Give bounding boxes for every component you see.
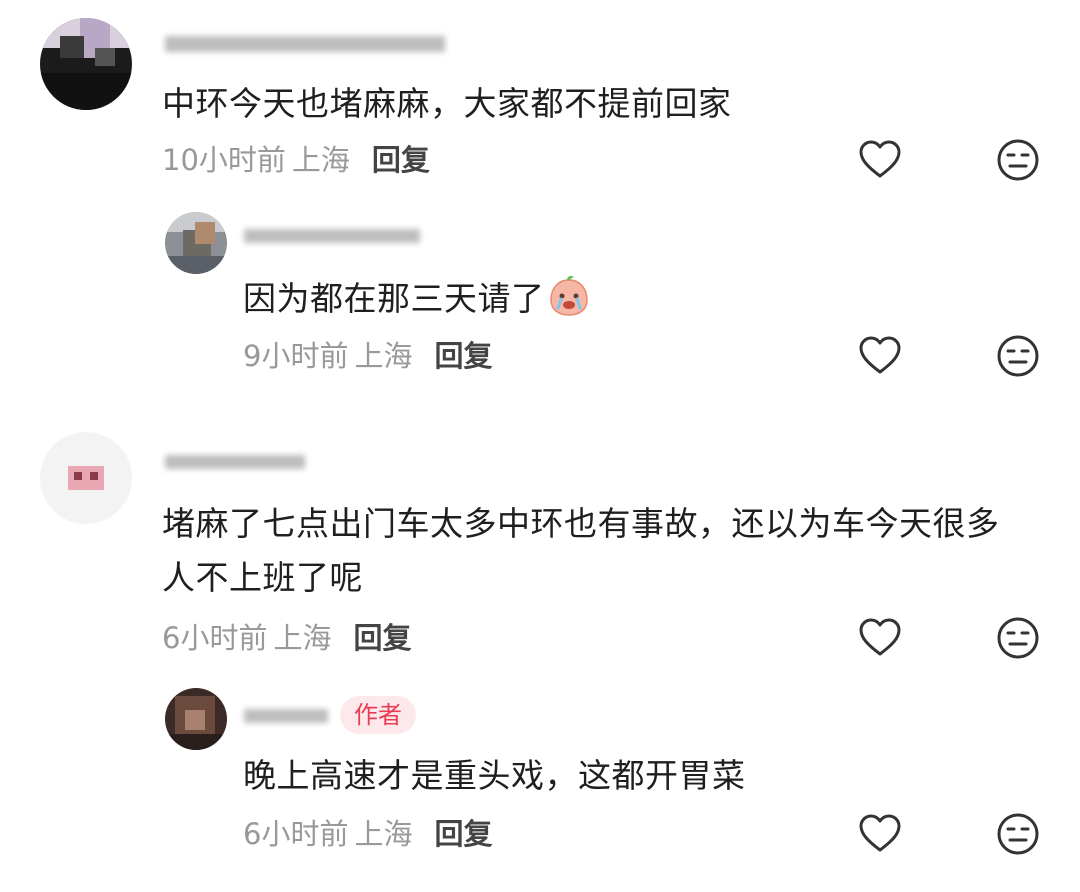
comment-meta: 6小时前 上海 回复 xyxy=(162,618,411,658)
reply-button[interactable]: 回复 xyxy=(434,339,492,373)
reply-time: 6小时前 xyxy=(243,817,349,851)
comment-location: 上海 xyxy=(291,143,350,177)
comment-text-line: 堵麻了七点出门车太多中环也有事故，还以为车今天很多 xyxy=(162,504,1000,543)
heart-outline-icon[interactable] xyxy=(858,138,902,182)
username-blurred[interactable] xyxy=(165,30,445,56)
comment-time: 10小时前 xyxy=(162,143,286,177)
heart-outline-icon[interactable] xyxy=(858,334,902,378)
neutral-face-icon[interactable] xyxy=(996,138,1040,182)
comment-text: 中环今天也堵麻麻，大家都不提前回家 xyxy=(162,84,732,123)
avatar[interactable] xyxy=(40,432,132,524)
comment-time: 6小时前 xyxy=(162,621,268,655)
comment-text-line: 人不上班了呢 xyxy=(162,558,363,597)
username-blurred[interactable] xyxy=(244,702,328,728)
reply-text: 晚上高速才是重头戏，这都开胃菜 xyxy=(243,756,746,795)
neutral-face-icon[interactable] xyxy=(996,334,1040,378)
reply-time: 9小时前 xyxy=(243,339,349,373)
reply-button[interactable]: 回复 xyxy=(353,621,411,655)
comment-location: 上海 xyxy=(273,621,332,655)
heart-outline-icon[interactable] xyxy=(858,616,902,660)
reply-meta: 9小时前 上海 回复 xyxy=(243,336,492,376)
comment-meta: 10小时前 上海 回复 xyxy=(162,140,430,180)
reply-meta: 6小时前 上海 回复 xyxy=(243,814,492,854)
neutral-face-icon[interactable] xyxy=(996,616,1040,660)
username-blurred[interactable] xyxy=(165,448,305,474)
username-blurred[interactable] xyxy=(244,222,420,248)
reply-button[interactable]: 回复 xyxy=(434,817,492,851)
neutral-face-icon[interactable] xyxy=(996,812,1040,856)
comment-text: 堵麻了七点出门车太多中环也有事故，还以为车今天很多 人不上班了呢 xyxy=(162,500,1052,602)
reply-location: 上海 xyxy=(354,339,413,373)
avatar[interactable] xyxy=(165,688,227,750)
heart-outline-icon[interactable] xyxy=(858,812,902,856)
reply-button[interactable]: 回复 xyxy=(372,143,430,177)
crying-peach-emoji-icon xyxy=(549,276,588,316)
reply-location: 上海 xyxy=(354,817,413,851)
avatar[interactable] xyxy=(40,18,132,110)
author-badge: 作者 xyxy=(340,696,416,734)
reply-text: 因为都在那三天请了 xyxy=(243,274,591,323)
reply-text-content: 因为都在那三天请了 xyxy=(243,279,545,318)
avatar[interactable] xyxy=(165,212,227,274)
